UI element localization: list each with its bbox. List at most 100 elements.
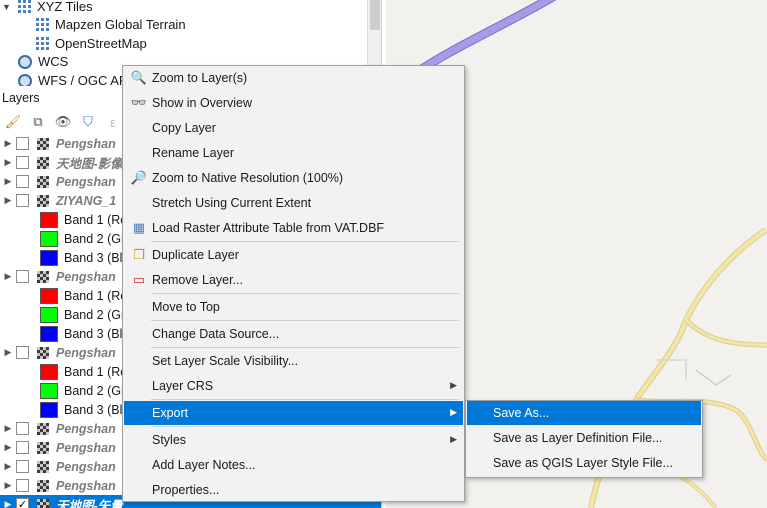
export-submenu: Save As... Save as Layer Definition File… (465, 400, 703, 478)
tile-icon (36, 18, 49, 31)
menu-rename-layer[interactable]: Rename Layer (124, 141, 463, 165)
add-group-icon[interactable]: ⧉ (29, 113, 47, 131)
band-color-swatch (40, 306, 58, 323)
expand-arrow-icon[interactable]: ▶ (0, 157, 16, 168)
layer-visibility-checkbox[interactable] (16, 346, 29, 359)
raster-layer-icon (37, 270, 49, 283)
expand-arrow-icon[interactable]: ▶ (0, 423, 16, 434)
band-color-swatch (40, 363, 58, 380)
band-label: Band 1 (Re (64, 212, 128, 227)
band-color-swatch (40, 382, 58, 399)
expand-arrow-icon[interactable]: ▶ (0, 271, 16, 282)
layer-visibility-checkbox[interactable] (16, 156, 29, 169)
layer-visibility-checkbox[interactable] (16, 194, 29, 207)
menu-properties[interactable]: Properties... (124, 478, 463, 502)
layer-name: ZIYANG_1 (56, 193, 117, 208)
browser-item-osm[interactable]: OpenStreetMap (36, 34, 147, 53)
submenu-save-qgis-style[interactable]: Save as QGIS Layer Style File... (467, 451, 701, 475)
menu-layer-crs[interactable]: Layer CRS ▶ (124, 374, 463, 398)
browser-item-mapzen[interactable]: Mapzen Global Terrain (36, 15, 186, 34)
band-label: Band 3 (Bl (64, 326, 123, 341)
browser-item-wcs[interactable]: WCS (18, 52, 68, 71)
expand-arrow-icon[interactable]: ▶ (0, 195, 16, 206)
layer-visibility-checkbox[interactable] (16, 137, 29, 150)
collapse-arrow-icon[interactable]: ▼ (2, 2, 12, 12)
expand-arrow-icon[interactable]: ▶ (0, 499, 16, 508)
layer-visibility-checkbox[interactable] (16, 460, 29, 473)
band-label: Band 2 (Gr (64, 231, 126, 246)
layer-visibility-checkbox[interactable] (16, 270, 29, 283)
layer-name: Pengshan (56, 136, 116, 151)
menu-duplicate-layer[interactable]: ❐ Duplicate Layer (124, 243, 463, 267)
xyz-tiles-icon (18, 0, 31, 13)
raster-layer-icon (37, 194, 49, 207)
layer-visibility-checkbox[interactable] (16, 441, 29, 454)
duplicate-icon: ❐ (133, 247, 145, 262)
raster-layer-icon (37, 498, 49, 508)
layer-context-menu: 🔍 Zoom to Layer(s) 👓 Show in Overview Co… (122, 65, 465, 502)
raster-layer-icon (37, 479, 49, 492)
expand-arrow-icon[interactable]: ▶ (0, 442, 16, 453)
band-label: Band 2 (Gr (64, 383, 126, 398)
menu-separator (151, 399, 459, 400)
layer-name: Pengshan (56, 345, 116, 360)
submenu-arrow-icon: ▶ (450, 434, 457, 444)
layer-visibility-checkbox[interactable] (16, 422, 29, 435)
layer-name: Pengshan (56, 440, 116, 455)
expand-arrow-icon[interactable]: ▶ (0, 347, 16, 358)
visibility-eye-icon[interactable]: 👁 (54, 113, 72, 131)
band-color-swatch (40, 401, 58, 418)
zoom-native-icon: 🔎 (130, 170, 148, 185)
menu-load-raster-attr-table[interactable]: ▦ Load Raster Attribute Table from VAT.D… (124, 216, 463, 240)
menu-separator (151, 426, 459, 427)
menu-separator (151, 241, 459, 242)
raster-layer-icon (37, 460, 49, 473)
layer-name: 天地图-矢量 (56, 499, 123, 508)
submenu-save-layer-definition[interactable]: Save as Layer Definition File... (467, 426, 701, 450)
menu-separator (151, 293, 459, 294)
menu-stretch-extent[interactable]: Stretch Using Current Extent (124, 191, 463, 215)
raster-layer-icon (37, 137, 49, 150)
globe-icon (18, 73, 32, 86)
menu-add-layer-notes[interactable]: Add Layer Notes... (124, 453, 463, 477)
band-label: Band 3 (Bl (64, 402, 123, 417)
table-icon: ▦ (132, 220, 146, 235)
zoom-layer-icon: 🔍 (130, 70, 148, 85)
menu-change-data-source[interactable]: Change Data Source... (124, 322, 463, 346)
browser-item-xyz-tiles[interactable]: ▼ XYZ Tiles (2, 0, 93, 16)
layer-name: Pengshan (56, 421, 116, 436)
filter-icon[interactable]: ⛉ (79, 113, 97, 131)
band-label: Band 2 (Gr (64, 307, 126, 322)
overview-icon: 👓 (130, 95, 148, 110)
submenu-arrow-icon: ▶ (450, 380, 457, 390)
expand-arrow-icon[interactable]: ▶ (0, 176, 16, 187)
menu-styles[interactable]: Styles ▶ (124, 428, 463, 452)
menu-zoom-native[interactable]: 🔎 Zoom to Native Resolution (100%) (124, 166, 463, 190)
band-label: Band 3 (Bl (64, 250, 123, 265)
menu-remove-layer[interactable]: ▭ Remove Layer... (124, 268, 463, 292)
menu-export[interactable]: Export ▶ (124, 401, 463, 425)
expand-arrow-icon[interactable]: ▶ (0, 461, 16, 472)
band-label: Band 1 (Re (64, 364, 128, 379)
menu-copy-layer[interactable]: Copy Layer (124, 116, 463, 140)
expand-arrow-icon[interactable]: ▶ (0, 138, 16, 149)
raster-layer-icon (37, 422, 49, 435)
open-styling-icon[interactable]: 🖌 (4, 113, 22, 131)
browser-item-wfs[interactable]: WFS / OGC API (18, 71, 131, 86)
filter-expression-icon[interactable]: ε (104, 113, 122, 131)
tile-icon (36, 37, 49, 50)
menu-move-to-top[interactable]: Move to Top (124, 295, 463, 319)
menu-zoom-to-layer[interactable]: 🔍 Zoom to Layer(s) (124, 66, 463, 90)
layer-visibility-checkbox[interactable]: ✓ (16, 498, 29, 508)
layer-visibility-checkbox[interactable] (16, 479, 29, 492)
layer-name: Pengshan (56, 459, 116, 474)
menu-show-in-overview[interactable]: 👓 Show in Overview (124, 91, 463, 115)
layers-panel-title: Layers (2, 91, 40, 105)
layer-visibility-checkbox[interactable] (16, 175, 29, 188)
raster-layer-icon (37, 175, 49, 188)
expand-arrow-icon[interactable]: ▶ (0, 480, 16, 491)
submenu-save-as[interactable]: Save As... (467, 401, 701, 425)
menu-set-scale-visibility[interactable]: Set Layer Scale Visibility... (124, 349, 463, 373)
raster-layer-icon (37, 346, 49, 359)
layer-name: 天地图-影像 (56, 157, 123, 171)
